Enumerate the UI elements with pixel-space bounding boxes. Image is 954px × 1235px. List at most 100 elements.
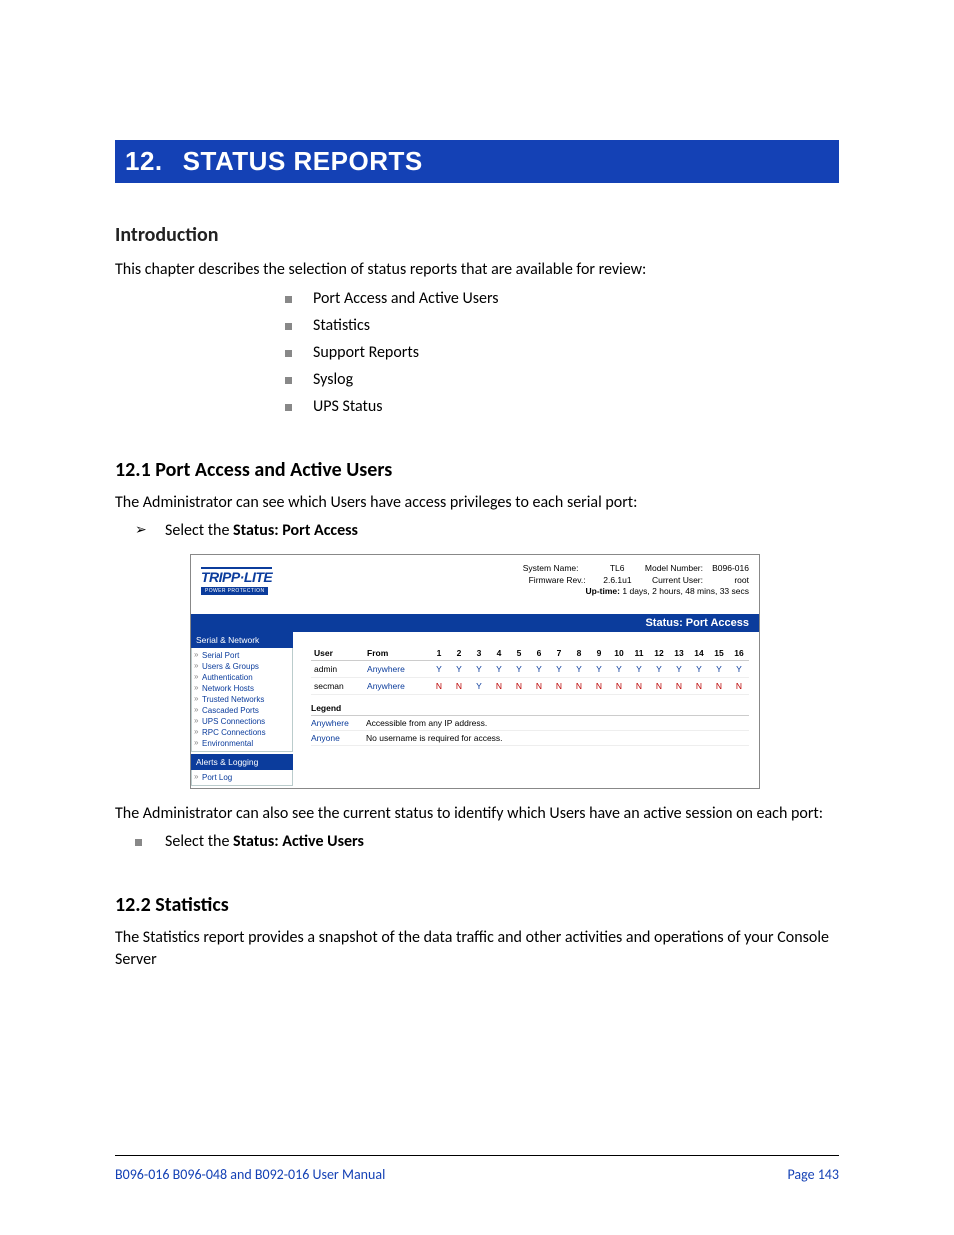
cell-port-access: Y — [609, 660, 629, 677]
page-footer: B096-016 B096-048 and B092-016 User Manu… — [115, 1155, 839, 1183]
legend-row: AnywhereAccessible from any IP address. — [311, 716, 749, 731]
list-item: Statistics — [285, 316, 839, 335]
cell-port-access: N — [729, 677, 749, 694]
cell-port-access: Y — [549, 660, 569, 677]
step-list-2: Select the Status: Active Users — [135, 832, 839, 851]
legend-value: No username is required for access. — [366, 733, 503, 743]
cell-port-access: N — [529, 677, 549, 694]
cell-port-access: N — [709, 677, 729, 694]
step-item: Select the Status: Port Access — [135, 521, 839, 540]
chapter-title: STATUS REPORTS — [183, 146, 423, 176]
step-bold: Status: Port Access — [233, 521, 358, 540]
step-list: Select the Status: Port Access — [135, 521, 839, 540]
col-header-port: 9 — [589, 646, 609, 661]
col-header-port: 6 — [529, 646, 549, 661]
col-header-port: 15 — [709, 646, 729, 661]
cell-port-access: N — [689, 677, 709, 694]
col-header-port: 11 — [629, 646, 649, 661]
legend-heading: Legend — [311, 703, 749, 716]
sidebar-item[interactable]: Port Log — [192, 772, 292, 783]
col-header-user: User — [311, 646, 364, 661]
logo-subtext: POWER PROTECTION — [201, 587, 268, 595]
intro-lead: This chapter describes the selection of … — [115, 259, 839, 281]
sidebar-group-header: Alerts & Logging — [191, 754, 293, 770]
stat-value: TL6 — [583, 563, 625, 574]
col-header-port: 16 — [729, 646, 749, 661]
legend-value: Accessible from any IP address. — [366, 718, 487, 728]
section-12-2-p1: The Statistics report provides a snapsho… — [115, 927, 839, 970]
stat-label: Firmware Rev.: — [529, 575, 586, 586]
sidebar-item[interactable]: Environmental — [192, 738, 292, 749]
cell-port-access: N — [449, 677, 469, 694]
cell-port-access: Y — [729, 660, 749, 677]
sidebar-item[interactable]: Cascaded Ports — [192, 705, 292, 716]
sidebar-items: Port Log — [191, 770, 293, 786]
cell-port-access: Y — [509, 660, 529, 677]
cell-port-access: N — [429, 677, 449, 694]
cell-port-access: Y — [429, 660, 449, 677]
section-12-1-p1: The Administrator can see which Users ha… — [115, 492, 839, 514]
sidebar-item[interactable]: RPC Connections — [192, 727, 292, 738]
sidebar-group-header: Serial & Network — [191, 632, 293, 648]
col-header-port: 3 — [469, 646, 489, 661]
legend-row: AnyoneNo username is required for access… — [311, 731, 749, 746]
list-item: UPS Status — [285, 397, 839, 416]
cell-port-access: N — [569, 677, 589, 694]
port-access-table: UserFrom12345678910111213141516 adminAny… — [311, 646, 749, 695]
cell-port-access: Y — [569, 660, 589, 677]
sidebar-item[interactable]: Authentication — [192, 672, 292, 683]
list-item: Port Access and Active Users — [285, 289, 839, 308]
col-header-port: 10 — [609, 646, 629, 661]
sidebar-item[interactable]: UPS Connections — [192, 716, 292, 727]
cell-port-access: N — [629, 677, 649, 694]
step-prefix: Select the — [165, 832, 233, 851]
chapter-number: 12. — [125, 146, 163, 177]
cell-port-access: Y — [689, 660, 709, 677]
cell-port-access: Y — [669, 660, 689, 677]
cell-port-access: Y — [469, 660, 489, 677]
col-header-port: 12 — [649, 646, 669, 661]
col-header-port: 5 — [509, 646, 529, 661]
port-access-figure: TRIPP·LITE POWER PROTECTION System Name:… — [190, 554, 760, 788]
stat-label: Model Number: — [645, 563, 703, 574]
sidebar-items: Serial PortUsers & GroupsAuthenticationN… — [191, 648, 293, 752]
sidebar-item[interactable]: Network Hosts — [192, 683, 292, 694]
section-12-1-heading: 12.1 Port Access and Active Users — [115, 458, 839, 482]
cell-port-access: N — [489, 677, 509, 694]
cell-port-access: N — [609, 677, 629, 694]
footer-left: B096-016 B096-048 and B092-016 User Manu… — [115, 1166, 385, 1183]
cell-port-access: Y — [629, 660, 649, 677]
sidebar-item[interactable]: Trusted Networks — [192, 694, 292, 705]
step-prefix: Select the — [165, 521, 233, 540]
col-header-port: 14 — [689, 646, 709, 661]
cell-port-access: N — [509, 677, 529, 694]
legend-key: Anywhere — [311, 718, 366, 728]
stat-value: root — [707, 575, 749, 586]
legend-key: Anyone — [311, 733, 366, 743]
sidebar-item[interactable]: Serial Port — [192, 650, 292, 661]
cell-from: Anywhere — [364, 677, 429, 694]
stat-label: Current User: — [652, 575, 703, 586]
cell-port-access: N — [669, 677, 689, 694]
logo: TRIPP·LITE POWER PROTECTION — [201, 561, 291, 595]
list-item: Syslog — [285, 370, 839, 389]
legend-body: AnywhereAccessible from any IP address.A… — [311, 716, 749, 746]
sidebar-item[interactable]: Users & Groups — [192, 661, 292, 672]
cell-port-access: Y — [469, 677, 489, 694]
stat-value: 1 days, 2 hours, 48 mins, 33 secs — [622, 586, 749, 596]
table-row: secmanAnywhereNNYNNNNNNNNNNNNN — [311, 677, 749, 694]
cell-port-access: Y — [489, 660, 509, 677]
cell-port-access: Y — [709, 660, 729, 677]
logo-text: TRIPP·LITE — [201, 567, 272, 584]
figure-main: UserFrom12345678910111213141516 adminAny… — [293, 632, 759, 788]
chapter-banner: 12. STATUS REPORTS — [115, 140, 839, 183]
step-bold: Status: Active Users — [233, 832, 364, 851]
stat-label: System Name: — [523, 563, 579, 574]
step-item: Select the Status: Active Users — [135, 832, 839, 851]
cell-port-access: N — [549, 677, 569, 694]
cell-port-access: N — [649, 677, 669, 694]
cell-port-access: Y — [449, 660, 469, 677]
col-header-from: From — [364, 646, 429, 661]
cell-user: secman — [311, 677, 364, 694]
col-header-port: 1 — [429, 646, 449, 661]
